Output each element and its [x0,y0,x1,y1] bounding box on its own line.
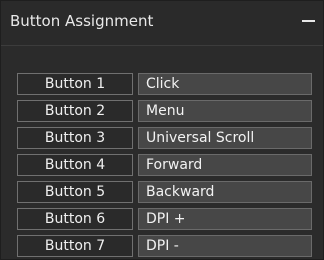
function-field[interactable]: Universal Scroll [138,127,312,149]
assignment-row-2: Button 2 Menu [17,100,313,122]
button-label: Button 5 [17,181,133,203]
assignment-row-1: Button 1 Click [17,73,313,95]
minus-icon [302,20,315,22]
button-label: Button 4 [17,154,133,176]
function-value: Click [146,76,180,92]
assignment-row-7: Button 7 DPI - [17,235,313,257]
assignment-row-3: Button 3 Universal Scroll [17,127,313,149]
function-value: Menu [146,103,185,119]
function-field[interactable]: DPI + [138,208,312,230]
collapse-button[interactable] [295,9,321,35]
button-assignment-panel: Button Assignment Button 1 Click Button … [0,0,324,260]
button-label: Button 3 [17,127,133,149]
button-label: Button 7 [17,235,133,257]
function-value: Forward [146,157,203,173]
button-label: Button 2 [17,100,133,122]
function-value: DPI - [146,238,179,254]
panel-title: Button Assignment [10,12,154,30]
function-value: DPI + [146,211,186,227]
function-field[interactable]: Menu [138,100,312,122]
assignment-list: Button 1 Click Button 2 Menu Button 3 Un… [17,73,313,260]
assignment-row-6: Button 6 DPI + [17,208,313,230]
function-field[interactable]: DPI - [138,235,312,257]
function-value: Universal Scroll [146,130,255,146]
function-field[interactable]: Click [138,73,312,95]
function-field[interactable]: Backward [138,181,312,203]
panel-header: Button Assignment [1,1,323,46]
function-field[interactable]: Forward [138,154,312,176]
button-label: Button 6 [17,208,133,230]
button-label: Button 1 [17,73,133,95]
assignment-row-4: Button 4 Forward [17,154,313,176]
function-value: Backward [146,184,215,200]
assignment-row-5: Button 5 Backward [17,181,313,203]
